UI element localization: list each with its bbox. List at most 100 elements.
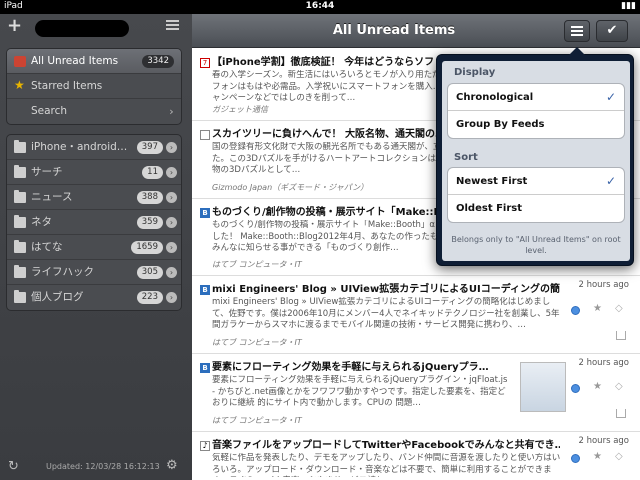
sort-section-label: Sort <box>454 152 478 163</box>
folder-icon <box>14 190 26 203</box>
folder-label: iPhone・android… <box>31 141 128 153</box>
option-chronological[interactable]: Chronological ✓ <box>448 84 624 111</box>
share-icon[interactable] <box>616 331 626 340</box>
article-summary: mixi Engineers' Blog » UIView拡張カテゴリによるUI… <box>212 297 560 330</box>
unread-dot-icon[interactable] <box>571 306 580 315</box>
folder-count-badge: 1659 <box>131 241 163 254</box>
feed-favicon-icon: 7 <box>200 58 210 68</box>
redacted-account-label <box>35 20 129 37</box>
chevron-right-icon[interactable]: › <box>166 242 177 253</box>
list-icon[interactable] <box>166 20 179 32</box>
folder-icon <box>14 240 26 253</box>
sidebar-footer: ↻ Updated: 12/03/28 16:12:13 ⚙ <box>0 454 192 480</box>
tag-icon[interactable]: ◇ <box>615 381 623 392</box>
option-newest-first[interactable]: Newest First ✓ <box>448 168 624 195</box>
unread-dot-icon[interactable] <box>571 454 580 463</box>
unread-dot-icon[interactable] <box>571 384 580 393</box>
folder-count-badge: 397 <box>136 141 163 154</box>
refresh-icon[interactable]: ↻ <box>8 459 19 474</box>
folder-icon <box>14 165 26 178</box>
folder-row[interactable]: はてな 1659 › <box>7 235 181 260</box>
add-subscription-button[interactable]: + <box>7 15 22 36</box>
article-time: 2 hours ago <box>578 358 629 368</box>
article-time: 2 hours ago <box>578 436 629 446</box>
article-summary: 気軽に作品を発表したり、デモをアップしたり、バンド仲間に音源を渡したりと使い方は… <box>212 453 561 477</box>
chevron-right-icon[interactable]: › <box>166 192 177 203</box>
chevron-right-icon[interactable]: › <box>166 167 177 178</box>
folder-row[interactable]: 個人ブログ 223 › <box>7 285 181 310</box>
feed-favicon-icon <box>200 130 210 140</box>
folder-icon <box>14 265 26 278</box>
folder-label: サーチ <box>31 166 63 178</box>
list-item[interactable]: B mixi Engineers' Blog » UIView拡張カテゴリによる… <box>192 276 640 354</box>
folder-list: iPhone・android… 397 › サーチ 11 › ニュース 388 › ネタ 35… <box>6 134 182 311</box>
tag-icon[interactable]: ◇ <box>615 303 623 314</box>
list-icon <box>571 26 583 36</box>
popover-content: Display Chronological ✓ Group By Feeds So… <box>442 61 630 261</box>
chevron-right-icon[interactable]: › <box>166 267 177 278</box>
sidebar-item-starred[interactable]: ★ Starred Items <box>7 74 181 99</box>
folder-row[interactable]: ニュース 388 › <box>7 185 181 210</box>
checkmark-icon: ✓ <box>605 174 616 188</box>
option-label: Chronological <box>456 92 534 103</box>
folder-label: ライフハック <box>31 266 94 278</box>
article-source: はてブ コンピュータ・IT <box>212 338 302 347</box>
option-label: Oldest First <box>456 203 523 214</box>
folder-count-badge: 359 <box>136 216 163 229</box>
option-oldest-first[interactable]: Oldest First <box>448 195 624 222</box>
star-icon[interactable]: ★ <box>593 451 602 462</box>
page-title: All Unread Items <box>332 23 456 38</box>
sidebar-top-group: All Unread Items 3342 ★ Starred Items Se… <box>6 48 182 125</box>
display-section-label: Display <box>454 67 496 78</box>
article-time: 2 hours ago <box>578 280 629 290</box>
folder-count-badge: 11 <box>142 166 163 179</box>
folder-icon <box>14 140 26 153</box>
sidebar-toolbar: + <box>0 14 192 40</box>
chevron-right-icon[interactable]: › <box>166 292 177 303</box>
checkmark-icon: ✓ <box>605 90 616 104</box>
chevron-right-icon[interactable]: › <box>166 217 177 228</box>
sidebar-item-label: Starred Items <box>31 80 103 92</box>
article-source: はてブ コンピュータ・IT <box>212 416 302 425</box>
folder-row[interactable]: iPhone・android… 397 › <box>7 135 181 160</box>
display-options-group: Chronological ✓ Group By Feeds <box>447 83 625 139</box>
article-source: ガジェット通信 <box>212 105 268 114</box>
gear-icon[interactable]: ⚙ <box>166 458 178 473</box>
folder-count-badge: 305 <box>136 266 163 279</box>
sidebar-item-search[interactable]: Search › <box>7 99 181 124</box>
hatena-bookmark-icon: B <box>200 208 210 218</box>
feed-favicon-icon: ♪ <box>200 441 210 451</box>
folder-label: ネタ <box>31 216 52 228</box>
option-label: Group By Feeds <box>456 119 545 130</box>
folder-row[interactable]: ライフハック 305 › <box>7 260 181 285</box>
star-icon[interactable]: ★ <box>593 303 602 314</box>
option-group-by-feeds[interactable]: Group By Feeds <box>448 111 624 138</box>
folder-label: ニュース <box>31 191 73 203</box>
folder-icon <box>14 215 26 228</box>
sidebar: + All Unread Items 3342 ★ Starred Items … <box>0 14 192 480</box>
folder-row[interactable]: サーチ 11 › <box>7 160 181 185</box>
folder-icon <box>14 290 26 303</box>
article-title: mixi Engineers' Blog » UIView拡張カテゴリによるUI… <box>212 284 560 295</box>
chevron-right-icon[interactable]: › <box>166 142 177 153</box>
article-source: Gizmodo Japan（ギズモード・ジャパン） <box>212 183 369 192</box>
tag-icon[interactable]: ◇ <box>615 451 623 462</box>
star-icon[interactable]: ★ <box>593 381 602 392</box>
mark-all-read-button[interactable]: ✔ <box>596 20 628 42</box>
list-item[interactable]: ♪ 音楽ファイルをアップロードしてTwitterやFacebookでみんなと共有… <box>192 432 640 480</box>
list-item[interactable]: B 要素にフローティング効果を手軽に与えられるjQueryプラ… 要素にフローテ… <box>192 354 640 432</box>
folder-label: はてな <box>31 241 63 253</box>
navigation-bar: All Unread Items ✔ <box>192 14 640 48</box>
view-options-button[interactable] <box>564 20 590 42</box>
sidebar-item-all-unread[interactable]: All Unread Items 3342 <box>7 49 181 74</box>
star-icon: ★ <box>14 78 25 92</box>
share-icon[interactable] <box>616 409 626 418</box>
status-bar: iPad 16:44 ▮▮▮ <box>0 0 640 14</box>
article-thumbnail <box>520 362 566 412</box>
folder-count-badge: 223 <box>136 291 163 304</box>
folder-row[interactable]: ネタ 359 › <box>7 210 181 235</box>
clock-label: 16:44 <box>305 1 335 11</box>
checkmark-icon: ✔ <box>606 23 618 38</box>
article-title: 要素にフローティング効果を手軽に与えられるjQueryプラ… <box>212 362 489 373</box>
chevron-right-icon: › <box>169 105 174 118</box>
